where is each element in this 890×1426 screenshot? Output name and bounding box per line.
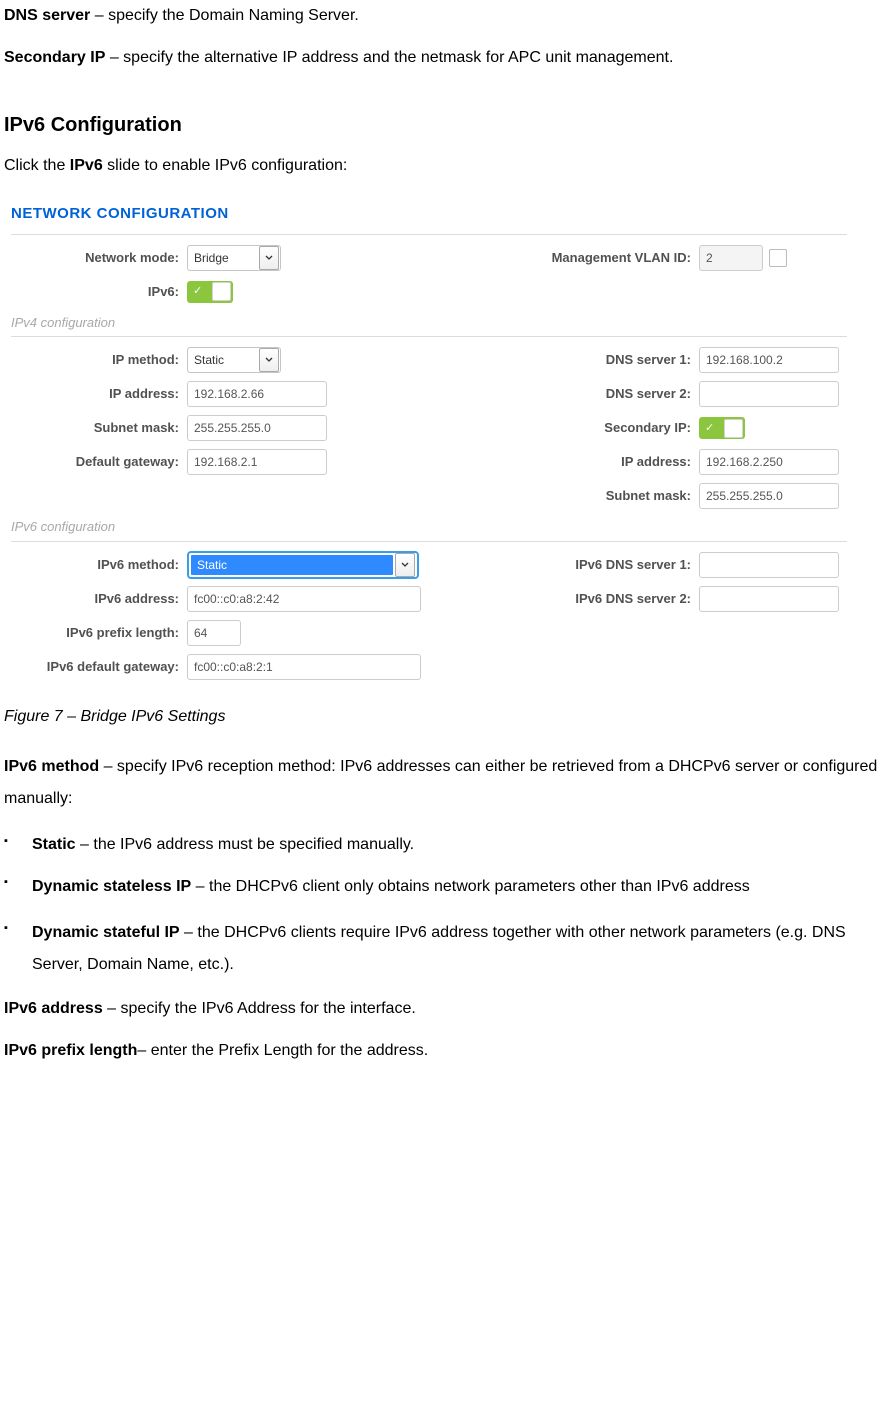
ipv6-method-paragraph: IPv6 method – specify IPv6 reception met… bbox=[4, 751, 886, 815]
dropdown-arrow-icon bbox=[259, 246, 279, 270]
network-mode-value: Bridge bbox=[188, 249, 259, 267]
secondary-ip-paragraph: Secondary IP – specify the alternative I… bbox=[4, 46, 886, 70]
dynamic-stateless-text: – the DHCPv6 client only obtains network… bbox=[191, 878, 750, 895]
ipv6-gw-label: IPv6 default gateway: bbox=[5, 657, 187, 677]
default-gw-input[interactable] bbox=[187, 449, 327, 475]
secondary-subnet-label: Subnet mask: bbox=[435, 486, 699, 506]
ipv6-dns2-label: IPv6 DNS server 2: bbox=[435, 589, 699, 609]
dropdown-arrow-icon bbox=[395, 553, 415, 577]
default-gw-label: Default gateway: bbox=[5, 452, 187, 472]
ipv6-method-text: – specify IPv6 reception method: IPv6 ad… bbox=[4, 758, 877, 807]
check-icon: ✓ bbox=[705, 420, 714, 437]
ipv6-click-bold: IPv6 bbox=[70, 157, 103, 174]
network-config-panel: NETWORK CONFIGURATION Network mode: Brid… bbox=[4, 196, 854, 695]
subnet-mask-input[interactable] bbox=[187, 415, 327, 441]
dropdown-arrow-icon bbox=[259, 348, 279, 372]
dns-server-term: DNS server bbox=[4, 7, 90, 24]
secondary-ip-input[interactable] bbox=[699, 449, 839, 475]
dns-server-text: – specify the Domain Naming Server. bbox=[90, 7, 359, 24]
ipv6-address-input[interactable] bbox=[187, 586, 421, 612]
dns1-label: DNS server 1: bbox=[435, 350, 699, 370]
ipv6-toggle-label: IPv6: bbox=[5, 282, 187, 302]
dns1-input[interactable] bbox=[699, 347, 839, 373]
check-icon: ✓ bbox=[193, 283, 202, 300]
ipv6-address-paragraph: IPv6 address – specify the IPv6 Address … bbox=[4, 997, 886, 1021]
secondary-ip-term: Secondary IP bbox=[4, 49, 105, 66]
ipv6-click-paragraph: Click the IPv6 slide to enable IPv6 conf… bbox=[4, 154, 886, 178]
ipv6-config-heading: IPv6 Configuration bbox=[4, 110, 886, 140]
vlan-label: Management VLAN ID: bbox=[435, 248, 699, 268]
ipv6-method-select[interactable]: Static bbox=[187, 551, 419, 579]
ip-method-label: IP method: bbox=[5, 350, 187, 370]
ipv6-prefix-input[interactable] bbox=[187, 620, 241, 646]
secondary-ip-toggle[interactable]: ✓ bbox=[699, 417, 745, 439]
ipv6-address-text: – specify the IPv6 Address for the inter… bbox=[103, 1000, 416, 1017]
ip-address-input[interactable] bbox=[187, 381, 327, 407]
dns2-label: DNS server 2: bbox=[435, 384, 699, 404]
ipv6-method-label: IPv6 method: bbox=[5, 555, 187, 575]
ipv6-dns2-input[interactable] bbox=[699, 586, 839, 612]
divider bbox=[11, 541, 847, 542]
secondary-ip-text: – specify the alternative IP address and… bbox=[105, 49, 673, 66]
dynamic-stateful-term: Dynamic stateful IP bbox=[32, 924, 180, 941]
list-item: Static – the IPv6 address must be specif… bbox=[4, 833, 886, 857]
network-mode-label: Network mode: bbox=[5, 248, 187, 268]
vlan-input[interactable] bbox=[699, 245, 763, 271]
ipv6-address-term: IPv6 address bbox=[4, 1000, 103, 1017]
vlan-checkbox[interactable] bbox=[769, 249, 787, 267]
ipv6-toggle[interactable]: ✓ bbox=[187, 281, 233, 303]
ipv6-click-pre: Click the bbox=[4, 157, 70, 174]
ipv6-method-value: Static bbox=[191, 555, 393, 575]
secondary-subnet-input[interactable] bbox=[699, 483, 839, 509]
list-item: Dynamic stateless IP – the DHCPv6 client… bbox=[4, 871, 886, 903]
dynamic-stateless-term: Dynamic stateless IP bbox=[32, 878, 191, 895]
ipv6-gw-input[interactable] bbox=[187, 654, 421, 680]
network-mode-select[interactable]: Bridge bbox=[187, 245, 281, 271]
ip-address-label: IP address: bbox=[5, 384, 187, 404]
ipv6-method-term: IPv6 method bbox=[4, 758, 99, 775]
list-item: Dynamic stateful IP – the DHCPv6 clients… bbox=[4, 917, 886, 981]
ipv6-prefix-text: – enter the Prefix Length for the addres… bbox=[137, 1042, 428, 1059]
figure-7-caption: Figure 7 – Bridge IPv6 Settings bbox=[4, 705, 886, 729]
ipv6-dns1-input[interactable] bbox=[699, 552, 839, 578]
static-text: – the IPv6 address must be specified man… bbox=[76, 836, 415, 853]
ipv4-subtitle: IPv4 configuration bbox=[5, 309, 853, 335]
secondary-ip-address-label: IP address: bbox=[435, 452, 699, 472]
ipv6-click-post: slide to enable IPv6 configuration: bbox=[103, 157, 348, 174]
dns-server-paragraph: DNS server – specify the Domain Naming S… bbox=[4, 4, 886, 28]
ipv6-prefix-term: IPv6 prefix length bbox=[4, 1042, 137, 1059]
ipv6-prefix-paragraph: IPv6 prefix length– enter the Prefix Len… bbox=[4, 1039, 886, 1063]
divider bbox=[11, 234, 847, 235]
divider bbox=[11, 336, 847, 337]
subnet-mask-label: Subnet mask: bbox=[5, 418, 187, 438]
secondary-ip-label: Secondary IP: bbox=[435, 418, 699, 438]
ipv6-subtitle: IPv6 configuration bbox=[5, 513, 853, 539]
network-config-title: NETWORK CONFIGURATION bbox=[5, 197, 853, 232]
ip-method-select[interactable]: Static bbox=[187, 347, 281, 373]
ipv6-address-label: IPv6 address: bbox=[5, 589, 187, 609]
static-term: Static bbox=[32, 836, 76, 853]
ipv6-prefix-label: IPv6 prefix length: bbox=[5, 623, 187, 643]
dns2-input[interactable] bbox=[699, 381, 839, 407]
ipv6-dns1-label: IPv6 DNS server 1: bbox=[435, 555, 699, 575]
ip-method-value: Static bbox=[188, 351, 259, 369]
